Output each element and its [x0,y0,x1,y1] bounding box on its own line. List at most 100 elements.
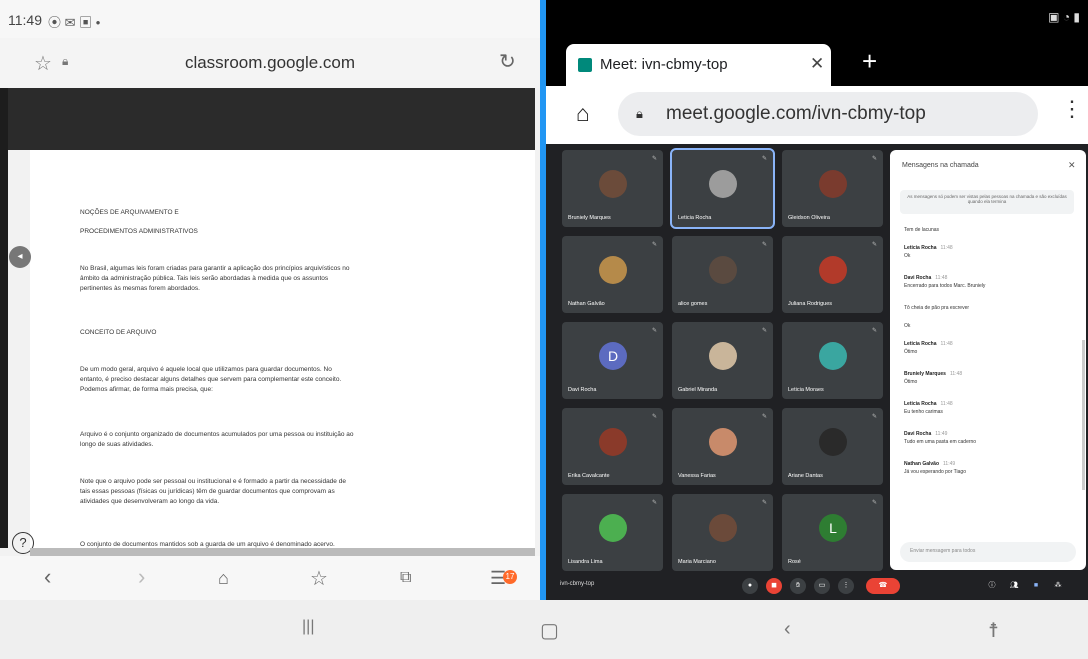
left-pane-browser: 11:49 ⦿ ✉ ▣ • ☆ 🔒︎ classroom.google.com … [0,0,540,600]
participant-tile[interactable]: ✎ Nathan Galvão [562,236,663,313]
participant-tile[interactable]: ✎ Erika Cavalcante [562,408,663,485]
participant-tile[interactable]: ✎ Gleidson Oliveira [782,150,883,227]
chat-message: Tem de lacunas [904,226,939,234]
participant-name: Bruniely Marques [568,215,611,221]
chat-message: Nathan Galvão 11:49 Já vou esperando por T… [904,460,966,476]
participant-tile[interactable]: ✎ L Rosé [782,494,883,571]
mic-icon[interactable]: ● [742,578,758,594]
avatar [819,428,847,456]
doc-paragraph-line: De um modo geral, arquivo é aquele local… [80,366,332,373]
participant-tile[interactable]: ✎ Leticia Moraes [782,322,883,399]
avatar [599,256,627,284]
participant-name: Lisandra Lima [568,559,603,565]
close-tab-icon[interactable]: ✕ [810,54,824,74]
mic-status-icon: ✎ [651,328,657,334]
doc-paragraph-line: Podemos afirmar, de forma mais precisa, … [80,386,213,393]
participant-name: Maria Marciano [678,559,716,565]
back-button-icon[interactable]: ‹ [784,618,791,641]
chat-message: Leticia Rocha 11:48 Ótimo [904,340,953,356]
participant-name: Nathan Galvão [568,301,605,307]
chat-sender: Leticia Rocha [904,401,937,407]
chat-text: Ótimo [904,379,918,385]
home-button-icon[interactable]: ▢ [540,618,559,643]
page-header-bar [8,88,535,150]
participant-tile[interactable]: ✎ Maria Marciano [672,494,773,571]
mic-status-icon: ✎ [761,156,767,162]
address-bar: ☆ 🔒︎ classroom.google.com ↻ [0,38,540,88]
participant-tile[interactable]: ✎ Ariane Dantas [782,408,883,485]
people-icon[interactable]: 👥︎ [1006,578,1022,594]
chat-input[interactable]: Enviar mensagem para todos [900,542,1076,562]
mic-status-icon: ✎ [871,328,877,334]
participant-tile[interactable]: ✎ Bruniely Marques [562,150,663,227]
present-icon[interactable]: ▭ [814,578,830,594]
omnibox[interactable]: 🔒︎ meet.google.com/ivn-cbmy-top [618,92,1038,136]
participant-tile[interactable]: ✎ D Davi Rocha [562,322,663,399]
raise-hand-icon[interactable]: ✋︎ [790,578,806,594]
more-icon[interactable]: ⋮ [838,578,854,594]
chat-scrollbar[interactable] [1082,340,1085,490]
horizontal-scrollbar[interactable] [30,548,535,556]
close-chat-icon[interactable]: ✕ [1068,160,1076,171]
participant-name: Davi Rocha [568,387,597,393]
avatar [709,170,737,198]
bookmarks-star-icon[interactable]: ☆ [310,566,328,591]
chat-header: Mensagens na chamada [902,162,979,169]
doc-paragraph-line: No Brasil, algumas leis foram criadas pa… [80,265,350,272]
chat-message: Leticia Rocha 11:48 Eu tenho carimas [904,400,953,416]
chat-icon[interactable]: ■ [1028,578,1044,594]
mic-status-icon: ✎ [761,328,767,334]
participant-name: Leticia Rocha [678,215,712,221]
chat-text: Ótimo [904,349,918,355]
mic-status-icon: ✎ [871,242,877,248]
recent-apps-icon[interactable]: ||| [302,618,314,636]
chat-input-placeholder: Enviar mensagem para todos [910,548,976,554]
browser-tab[interactable]: Meet: ivn-cbmy-top ✕ [566,44,831,86]
browser-bottom-nav: ‹ › ⌂ ☆ ⧉ ☰ [0,556,540,600]
chat-message: Davi Rocha 11:48 Encerrado para todos Marc… [904,274,985,290]
new-tab-icon[interactable]: + [862,46,877,77]
tabs-icon[interactable]: ⧉ [400,569,411,587]
participant-tile[interactable]: ✎ alice gomes [672,236,773,313]
lock-icon: 🔒︎ [636,106,643,121]
mic-status-icon: ✎ [651,414,657,420]
participant-name: Ariane Dantas [788,473,823,479]
info-icon[interactable]: ⓘ [984,578,1000,594]
doc-paragraph-line: entanto, é preciso destacar alguns detal… [80,376,342,383]
participant-name: Gleidson Oliveira [788,215,830,221]
toolbar: ⌂ 🔒︎ meet.google.com/ivn-cbmy-top ⋮ [546,86,1088,144]
avatar [599,428,627,456]
forward-icon[interactable]: › [138,564,145,590]
more-options-icon[interactable]: ⋮ [1061,96,1083,122]
home-icon[interactable]: ⌂ [218,568,229,589]
side-panel-handle-icon[interactable]: ◂ [9,246,31,268]
home-icon[interactable]: ⌂ [576,100,590,127]
participant-tile[interactable]: ✎ Lisandra Lima [562,494,663,571]
doc-heading: PROCEDIMENTOS ADMINISTRATIVOS [80,228,198,235]
reload-icon[interactable]: ↻ [499,49,516,74]
accessibility-icon[interactable]: ☨ [988,618,999,643]
avatar: L [819,514,847,542]
camera-off-icon[interactable]: ◼ [766,578,782,594]
participant-tile[interactable]: ✎ Vanessa Farias [672,408,773,485]
meeting-code: ivn-cbmy-top [560,581,595,587]
doc-heading: NOÇÕES DE ARQUIVAMENTO E [80,209,179,216]
doc-paragraph-line: Note que o arquivo pode ser pessoal ou i… [80,478,346,485]
back-icon[interactable]: ‹ [44,564,51,590]
avatar: D [599,342,627,370]
leave-call-icon[interactable]: ☎ [866,578,900,594]
participant-tile[interactable]: ✎ Leticia Rocha [670,148,775,229]
chat-sender: Davi Rocha [904,431,932,437]
participant-tile[interactable]: ✎ Juliana Rodrigues [782,236,883,313]
mic-status-icon: ✎ [651,500,657,506]
mic-status-icon: ✎ [871,500,877,506]
participant-name: Leticia Moraes [788,387,824,393]
chat-message: Bruniely Marques 11:48 Ótimo [904,370,962,386]
participant-tile[interactable]: ✎ Gabriel Miranda [672,322,773,399]
doc-heading: CONCEITO DE ARQUIVO [80,329,157,336]
chat-time: 11:48 [940,341,953,347]
activities-icon[interactable]: ⁂ [1050,578,1066,594]
url-text[interactable]: classroom.google.com [0,53,540,73]
avatar [709,342,737,370]
avatar [819,170,847,198]
